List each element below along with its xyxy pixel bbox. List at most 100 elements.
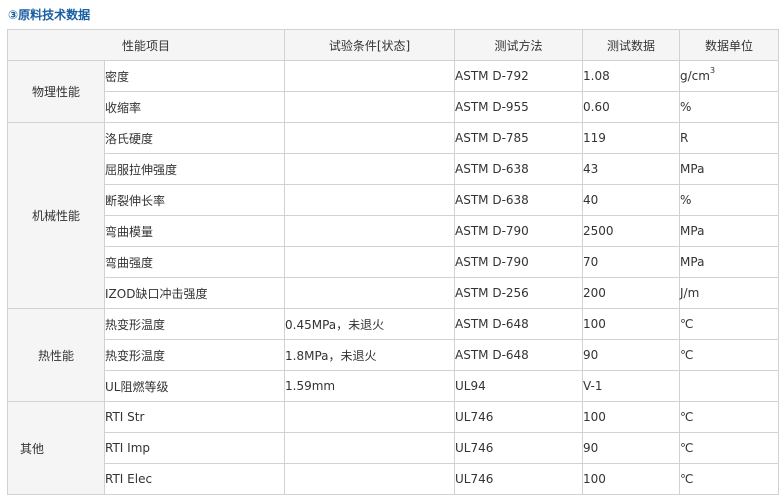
property-name-cell: RTI Str (103, 401, 286, 433)
method-cell: ASTM D-785 (454, 122, 584, 154)
unit-text: ℃ (680, 348, 694, 362)
unit-text: MPa (680, 162, 705, 176)
header-value: 测试数据 (582, 29, 681, 61)
value-cell: V-1 (582, 370, 681, 402)
property-name-cell: UL阻燃等级 (103, 370, 286, 402)
method-cell: UL94 (454, 370, 584, 402)
unit-text: MPa (680, 255, 705, 269)
group-label: 物理性能 (7, 60, 105, 123)
property-name-cell: RTI Imp (103, 432, 286, 464)
condition-cell (284, 463, 456, 495)
value-cell: 2500 (582, 215, 681, 247)
unit-text: J/m (680, 286, 700, 300)
group-label: 热性能 (7, 308, 105, 402)
unit-cell: ℃ (679, 339, 780, 371)
condition-cell (284, 246, 456, 278)
condition-cell (284, 91, 456, 123)
unit-text: ℃ (680, 410, 694, 424)
value-cell: 1.08 (582, 60, 681, 92)
property-name-cell: 密度 (103, 60, 286, 92)
value-cell: 43 (582, 153, 681, 185)
table-row: 弯曲强度 ASTM D-790 70 MPa (8, 246, 780, 278)
unit-text: ℃ (680, 441, 694, 455)
condition-cell: 1.59mm (284, 370, 456, 402)
value-cell: 100 (582, 463, 681, 495)
header-unit: 数据单位 (679, 29, 780, 61)
group-label: 其他 (7, 401, 105, 495)
value-cell: 90 (582, 339, 681, 371)
method-cell: ASTM D-256 (454, 277, 584, 309)
method-cell: UL746 (454, 463, 584, 495)
property-name-cell: 弯曲强度 (103, 246, 286, 278)
value-cell: 70 (582, 246, 681, 278)
table-row: RTI Imp UL746 90 ℃ (8, 432, 780, 464)
unit-cell: ℃ (679, 308, 780, 340)
unit-cell: ℃ (679, 432, 780, 464)
unit-cell: MPa (679, 153, 780, 185)
value-cell: 119 (582, 122, 681, 154)
table-row: 物理性能 密度 ASTM D-792 1.08 g/cm3 (7, 60, 780, 123)
condition-cell (284, 122, 456, 154)
spec-table: 性能项目 试验条件[状态] 测试方法 测试数据 数据单位 物理性能 密度 ASTM … (6, 29, 780, 495)
header-property: 性能项目 (6, 29, 286, 61)
property-name-cell: 弯曲模量 (103, 215, 286, 247)
property-name-cell: IZOD缺口冲击强度 (103, 277, 286, 309)
method-cell: ASTM D-790 (454, 215, 584, 247)
condition-cell (284, 277, 456, 309)
unit-text: MPa (680, 224, 705, 238)
unit-cell: R (679, 122, 780, 154)
property-name-cell: 洛氏硬度 (103, 122, 286, 154)
table-row: UL阻燃等级 1.59mm UL94 V-1 (8, 370, 780, 402)
value-cell: 200 (582, 277, 681, 309)
method-cell: ASTM D-792 (454, 60, 584, 92)
unit-cell (679, 370, 780, 402)
unit-text: ℃ (680, 317, 694, 331)
method-cell: UL746 (454, 401, 584, 433)
value-cell: 90 (582, 432, 681, 464)
method-cell: ASTM D-648 (454, 308, 584, 340)
condition-cell: 1.8MPa，未退火 (284, 339, 456, 371)
table-header-row: 性能项目 试验条件[状态] 测试方法 测试数据 数据单位 (6, 29, 780, 61)
method-cell: UL746 (454, 432, 584, 464)
method-cell: ASTM D-638 (454, 153, 584, 185)
table-row: 屈服拉伸强度 ASTM D-638 43 MPa (8, 153, 780, 185)
unit-cell: g/cm3 (679, 60, 780, 92)
table-row: 弯曲模量 ASTM D-790 2500 MPa (8, 215, 780, 247)
condition-cell (284, 60, 456, 92)
unit-text: g/cm (680, 69, 710, 83)
table-row: 热变形温度 1.8MPa，未退火 ASTM D-648 90 ℃ (8, 339, 780, 371)
unit-cell: % (679, 184, 780, 216)
unit-text: % (680, 193, 692, 207)
header-condition: 试验条件[状态] (284, 29, 456, 61)
unit-text: R (680, 131, 689, 145)
property-name-cell: 屈服拉伸强度 (103, 153, 286, 185)
group-label: 机械性能 (7, 122, 105, 309)
property-name-cell: 热变形温度 (103, 339, 286, 371)
value-cell: 100 (582, 401, 681, 433)
section-title: ③原料技术数据 (8, 8, 91, 22)
property-name-cell: 收缩率 (103, 91, 286, 123)
property-name-cell: RTI Elec (103, 463, 286, 495)
property-name-cell: 断裂伸长率 (103, 184, 286, 216)
value-cell: 40 (582, 184, 681, 216)
condition-cell (284, 401, 456, 433)
method-cell: ASTM D-648 (454, 339, 584, 371)
table-row: 其他 RTI Str UL746 100 ℃ (7, 401, 780, 495)
table-row: 收缩率 ASTM D-955 0.60% (8, 91, 780, 123)
unit-cell: MPa (679, 215, 780, 247)
property-name-cell: 热变形温度 (103, 308, 286, 340)
condition-cell (284, 153, 456, 185)
header-method: 测试方法 (454, 29, 584, 61)
unit-text: ℃ (680, 472, 694, 486)
unit-superscript: 3 (709, 66, 716, 75)
method-cell: ASTM D-955 (454, 91, 584, 123)
value-cell: 100 (582, 308, 681, 340)
unit-text: % (680, 100, 692, 114)
unit-cell: ℃ (679, 463, 780, 495)
unit-cell: % (679, 91, 780, 123)
method-cell: ASTM D-790 (454, 246, 584, 278)
table-row: 热性能 热变形温度 0.45MPa，未退火 ASTM D-648 100 ℃ (7, 308, 780, 402)
unit-cell: ℃ (679, 401, 780, 433)
table-row: IZOD缺口冲击强度 ASTM D-256 200 J/m (8, 277, 780, 309)
condition-cell (284, 184, 456, 216)
